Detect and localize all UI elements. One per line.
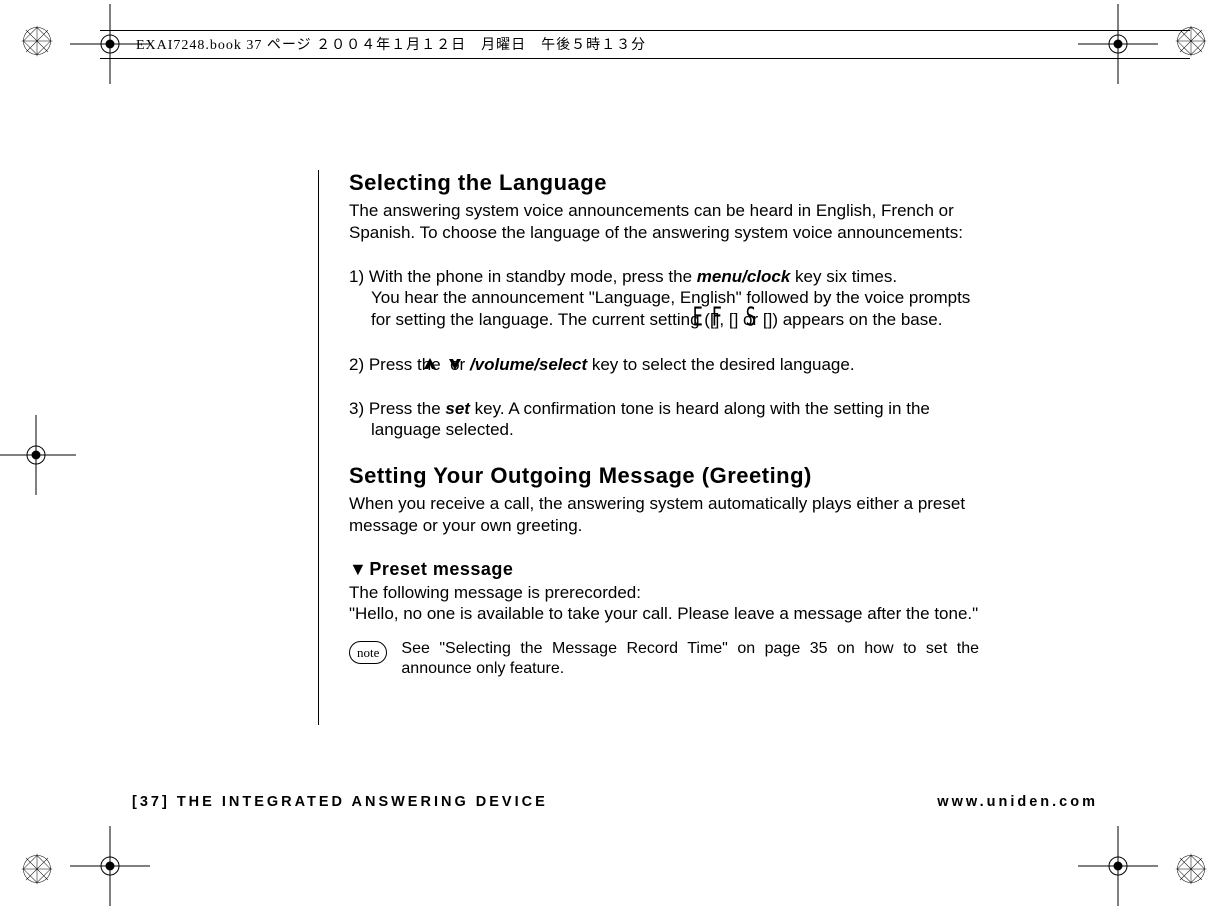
triangle-down-icon: ▼ bbox=[349, 559, 367, 580]
intro-outgoing-message: When you receive a call, the answering s… bbox=[349, 493, 979, 537]
footer-right: www.uniden.com bbox=[937, 794, 1098, 810]
regmark-top-left bbox=[20, 24, 54, 58]
header-rule-top bbox=[100, 30, 1190, 31]
key-volume-select: /volume/select bbox=[470, 355, 587, 374]
step-2: 2) Press the or /volume/select key to se… bbox=[349, 354, 979, 376]
step-2-text-b: key to select the desired language. bbox=[587, 355, 854, 374]
regmark-bottom-left bbox=[20, 852, 54, 886]
note-row: note See "Selecting the Message Record T… bbox=[349, 639, 979, 679]
step-3: 3) Press the set key. A confirmation ton… bbox=[349, 398, 979, 442]
note-text: See "Selecting the Message Record Time" … bbox=[401, 639, 979, 679]
step-1: 1) With the phone in standby mode, press… bbox=[349, 266, 979, 332]
step-1-text-a: 1) With the phone in standby mode, press… bbox=[349, 267, 697, 286]
heading-outgoing-message: Setting Your Outgoing Message (Greeting) bbox=[349, 463, 979, 489]
intro-selecting-language: The answering system voice announcements… bbox=[349, 200, 979, 244]
header-rule-bottom bbox=[100, 58, 1190, 59]
crossmark-top-right bbox=[1078, 4, 1158, 84]
preset-message-body: The following message is prerecorded: "H… bbox=[349, 582, 979, 626]
step-1-text-e: ]) appears on the base. bbox=[768, 310, 943, 329]
step-3-text-a: 3) Press the bbox=[349, 399, 445, 418]
crossmark-bottom-left bbox=[70, 826, 150, 906]
crossmark-left bbox=[0, 415, 76, 495]
note-badge: note bbox=[349, 641, 387, 664]
crossmark-bottom-right bbox=[1078, 826, 1158, 906]
heading-selecting-language: Selecting the Language bbox=[349, 170, 979, 196]
print-header-info: EXAI7248.book 37 ページ ２００４年１月１２日 月曜日 午後５時… bbox=[136, 34, 646, 54]
page-content: Selecting the Language The answering sys… bbox=[318, 170, 979, 725]
key-menu-clock: menu/clock bbox=[697, 267, 791, 286]
footer-left: [37] THE INTEGRATED ANSWERING DEVICE bbox=[132, 794, 548, 810]
key-set: set bbox=[445, 399, 470, 418]
steps-list: 1) With the phone in standby mode, press… bbox=[349, 266, 979, 442]
subheading-preset-label: Preset message bbox=[369, 559, 513, 579]
subheading-preset-message: ▼Preset message bbox=[349, 559, 979, 580]
regmark-bottom-right bbox=[1174, 852, 1208, 886]
